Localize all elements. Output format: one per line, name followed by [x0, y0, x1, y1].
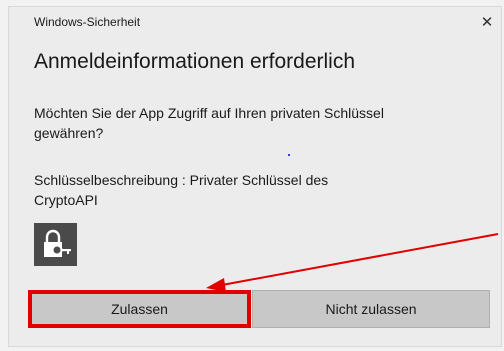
dialog-heading: Anmeldeinformationen erforderlich: [34, 50, 355, 73]
window-title: Windows-Sicherheit: [34, 15, 141, 29]
dialog-prompt: Möchten Sie der App Zugriff auf Ihren pr…: [34, 105, 384, 141]
key-description: Schlüsselbeschreibung : Privater Schlüss…: [34, 172, 329, 208]
close-icon[interactable]: ✕: [475, 11, 499, 33]
stray-dot: [288, 154, 290, 156]
deny-button[interactable]: Nicht zulassen: [252, 290, 490, 328]
allow-button[interactable]: Zulassen: [28, 290, 251, 328]
lock-key-icon: [34, 223, 77, 266]
